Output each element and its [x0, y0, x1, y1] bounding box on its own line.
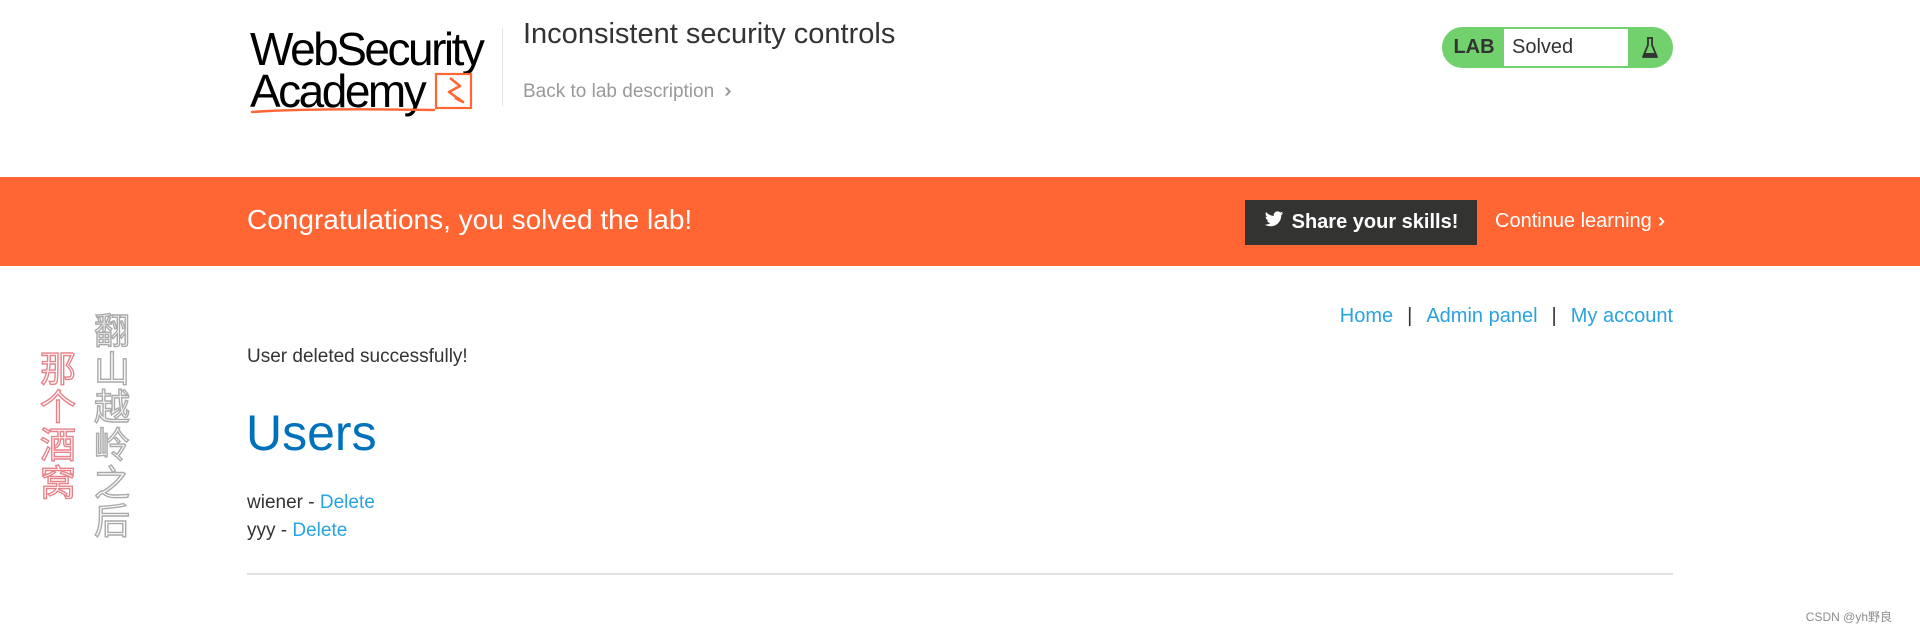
user-list-item: wiener - Delete [247, 492, 375, 514]
side-vertical-text-red: 那个酒窝 [33, 349, 75, 502]
content-divider [247, 573, 1673, 575]
user-separator: - [275, 520, 293, 541]
page-header: WebSecurity Academy Inconsistent securit… [0, 0, 1920, 178]
user-list-item: yyy - Delete [247, 520, 347, 542]
lab-status-widget: LAB Solved [1442, 27, 1673, 68]
user-name: wiener [247, 492, 303, 513]
share-skills-button[interactable]: Share your skills! [1245, 200, 1477, 245]
user-separator: - [302, 492, 320, 513]
status-message: User deleted successfully! [247, 346, 468, 367]
double-chevron-right-icon: ›› [724, 80, 733, 102]
lab-title: Inconsistent security controls [523, 18, 896, 50]
nav-separator: | [1551, 305, 1557, 327]
user-name: yyy [247, 520, 276, 541]
lab-status-state: Solved [1504, 29, 1628, 66]
nav-my-account-link[interactable]: My account [1571, 305, 1673, 328]
back-to-lab-description-link[interactable]: Back to lab description ›› [523, 80, 733, 103]
csdn-watermark: CSDN @yh野良 [1805, 610, 1892, 624]
solved-message: Congratulations, you solved the lab! [247, 204, 693, 235]
account-nav: Home | Admin panel | My account [1340, 305, 1673, 328]
side-vertical-text-gray: 翻山越岭之后 [87, 311, 129, 540]
web-security-academy-logo[interactable]: WebSecurity Academy [250, 26, 500, 118]
delete-user-link[interactable]: Delete [292, 520, 347, 541]
delete-user-link[interactable]: Delete [320, 492, 375, 513]
nav-admin-panel-link[interactable]: Admin panel [1426, 305, 1537, 328]
flask-icon [1628, 29, 1671, 66]
back-link-label: Back to lab description [523, 80, 715, 102]
logo-lightning-mark-icon [250, 72, 473, 114]
continue-learning-label: Continue learning [1495, 210, 1652, 232]
nav-home-link[interactable]: Home [1340, 305, 1393, 328]
twitter-icon [1264, 211, 1284, 234]
continue-learning-link[interactable]: Continue learning ›› [1495, 210, 1667, 233]
lab-status-tag: LAB [1453, 36, 1495, 58]
nav-separator: | [1407, 305, 1413, 327]
header-divider [502, 28, 503, 106]
share-skills-label: Share your skills! [1291, 211, 1459, 233]
solved-banner: Congratulations, you solved the lab! Sha… [0, 177, 1920, 266]
users-heading: Users [246, 405, 377, 461]
double-chevron-right-icon: ›› [1657, 210, 1667, 232]
